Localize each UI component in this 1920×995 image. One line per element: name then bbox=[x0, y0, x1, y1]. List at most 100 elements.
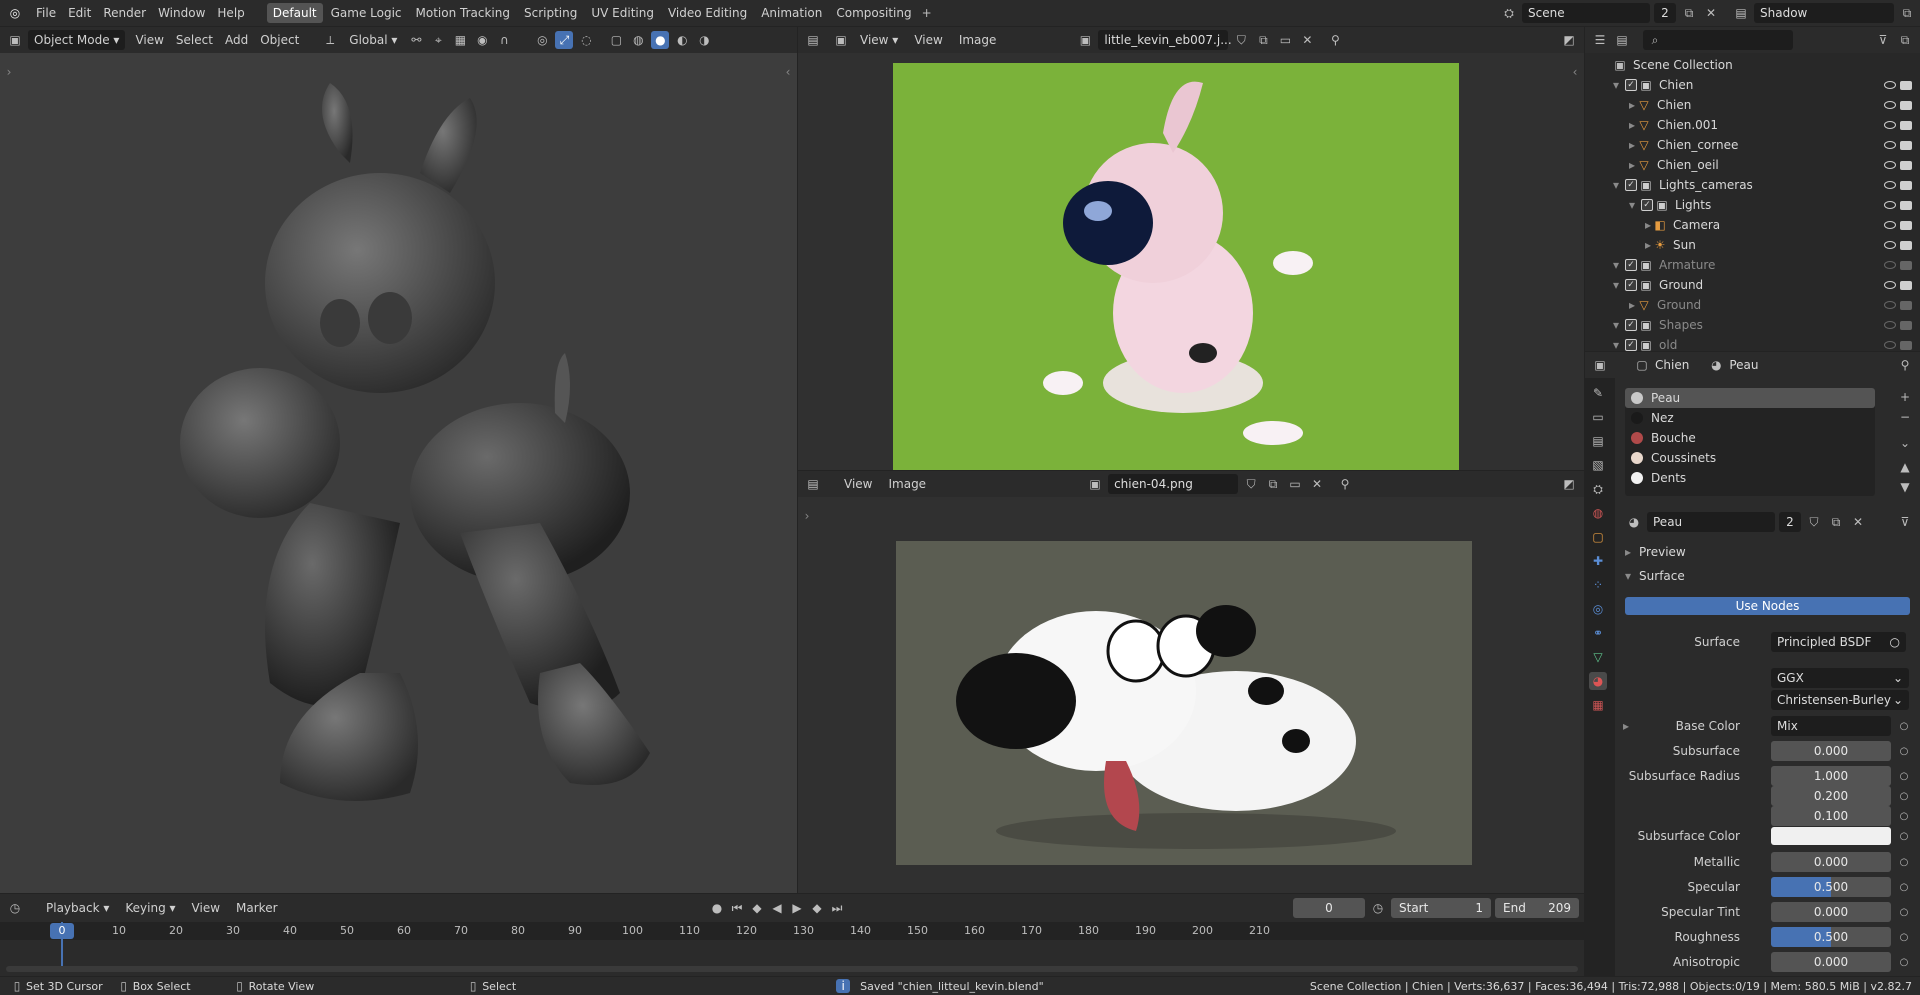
render-camera-icon[interactable] bbox=[1900, 180, 1912, 190]
unlink-image-icon[interactable]: ✕ bbox=[1298, 31, 1316, 49]
scene-icon[interactable]: ⛭ bbox=[1500, 4, 1518, 22]
hidden-eye-icon[interactable] bbox=[1884, 301, 1896, 309]
editor-type-icon[interactable]: ◷ bbox=[6, 899, 24, 917]
view-dropdown[interactable]: View ▾ bbox=[854, 30, 904, 50]
distribution-dropdown[interactable]: GGX ⌄ bbox=[1771, 668, 1909, 688]
proportional-edit-icon[interactable]: ◉ bbox=[473, 31, 491, 49]
pivot-icon[interactable]: ⚯ bbox=[407, 31, 425, 49]
outliner-item-chien[interactable]: ▸ ▽ Chien bbox=[1585, 95, 1920, 115]
visibility-icon[interactable]: ◎ bbox=[533, 31, 551, 49]
exclude-checkbox[interactable]: ✓ bbox=[1625, 179, 1638, 191]
viewlayer-field[interactable]: Shadow bbox=[1754, 3, 1894, 23]
render-camera-icon[interactable] bbox=[1900, 100, 1912, 110]
current-frame-field[interactable]: 0 bbox=[1293, 898, 1365, 918]
dog-sculpt-model[interactable] bbox=[0, 53, 797, 893]
menu-select[interactable]: Select bbox=[170, 30, 219, 50]
material-browse-icon[interactable]: ◕ bbox=[1625, 513, 1643, 531]
material-slot-nez[interactable]: Nez bbox=[1625, 408, 1875, 428]
display-mode-icon[interactable]: ◩ bbox=[1560, 31, 1578, 49]
hidden-eye-icon[interactable] bbox=[1884, 261, 1896, 269]
visibility-eye-icon[interactable] bbox=[1884, 281, 1896, 289]
exclude-checkbox[interactable]: ✓ bbox=[1625, 259, 1638, 271]
start-frame-field[interactable]: Start 1 bbox=[1391, 898, 1491, 918]
menu-file[interactable]: File bbox=[30, 3, 62, 23]
param-slider[interactable]: 0.500 bbox=[1771, 927, 1891, 947]
workspace-tab-video-editing[interactable]: Video Editing bbox=[662, 3, 753, 23]
render-camera-icon[interactable] bbox=[1900, 280, 1912, 290]
menu-view[interactable]: View bbox=[838, 474, 878, 494]
menu-view[interactable]: View bbox=[186, 898, 226, 918]
remove-slot-icon[interactable]: − bbox=[1896, 408, 1914, 426]
toolbar-expand-icon[interactable]: › bbox=[798, 507, 816, 525]
expand-arrow-icon[interactable]: ▸ bbox=[1623, 719, 1629, 733]
outliner-item-lights[interactable]: ▾ ✓ ▣ Lights bbox=[1585, 195, 1920, 215]
expand-arrow-icon[interactable]: ▾ bbox=[1613, 258, 1619, 272]
exclude-checkbox[interactable]: ✓ bbox=[1625, 319, 1638, 331]
wireframe-shading-icon[interactable]: ◍ bbox=[629, 31, 647, 49]
outliner-item-armature[interactable]: ▾ ✓ ▣ Armature bbox=[1585, 255, 1920, 275]
filter-icon[interactable]: ⊽ bbox=[1874, 31, 1892, 49]
editor-type-icon[interactable]: ▣ bbox=[1591, 356, 1609, 374]
viewlayer-icon[interactable]: ▤ bbox=[1732, 4, 1750, 22]
material-users[interactable]: 2 bbox=[1779, 512, 1801, 532]
object-tab-icon[interactable]: ▢ bbox=[1589, 528, 1607, 546]
pin-icon[interactable]: ⚲ bbox=[1326, 31, 1344, 49]
exclude-checkbox[interactable]: ✓ bbox=[1641, 199, 1654, 211]
outliner-item-lights-cameras[interactable]: ▾ ✓ ▣ Lights_cameras bbox=[1585, 175, 1920, 195]
pin-icon[interactable]: ⚲ bbox=[1336, 475, 1354, 493]
move-down-icon[interactable]: ▼ bbox=[1896, 478, 1914, 496]
workspace-tab-default[interactable]: Default bbox=[266, 3, 323, 23]
outliner-item-chien-oeil[interactable]: ▸ ▽ Chien_oeil bbox=[1585, 155, 1920, 175]
outliner-item-chien-001[interactable]: ▸ ▽ Chien.001 bbox=[1585, 115, 1920, 135]
menu-help[interactable]: Help bbox=[211, 3, 250, 23]
outliner-item-ground[interactable]: ▾ ✓ ▣ Ground bbox=[1585, 275, 1920, 295]
param-slider[interactable]: 0.100 bbox=[1771, 806, 1891, 826]
preview-panel-header[interactable]: ▸ Preview bbox=[1625, 542, 1920, 562]
view-layer-tab-icon[interactable]: ▧ bbox=[1589, 456, 1607, 474]
new-image-icon[interactable]: ⧉ bbox=[1264, 475, 1282, 493]
tool-tab-icon[interactable]: ✎ bbox=[1589, 384, 1607, 402]
workspace-tab-scripting[interactable]: Scripting bbox=[518, 3, 583, 23]
fake-user-icon[interactable]: ⛉ bbox=[1242, 475, 1260, 493]
param-slider[interactable]: 0.000 bbox=[1771, 902, 1891, 922]
expand-arrow-icon[interactable]: ▾ bbox=[1613, 278, 1619, 292]
expand-arrow-icon[interactable]: ▾ bbox=[1613, 338, 1619, 351]
scene-field[interactable]: Scene bbox=[1522, 3, 1650, 23]
sidebar-expand-icon[interactable]: ‹ bbox=[779, 63, 797, 81]
menu-keying[interactable]: Keying ▾ bbox=[119, 898, 181, 918]
render-camera-icon[interactable] bbox=[1900, 80, 1912, 90]
outliner-item-camera[interactable]: ▸ ◧ Camera bbox=[1585, 215, 1920, 235]
display-mode-icon[interactable]: ◩ bbox=[1560, 475, 1578, 493]
snap-grid-icon[interactable]: ▦ bbox=[451, 31, 469, 49]
workspace-tab-compositing[interactable]: Compositing bbox=[830, 3, 917, 23]
param-slider[interactable]: 0.000 bbox=[1771, 952, 1891, 972]
falloff-icon[interactable]: ∩ bbox=[495, 31, 513, 49]
new-collection-icon[interactable]: ⧉ bbox=[1896, 31, 1914, 49]
editor-type-icon[interactable]: ▣ bbox=[6, 31, 24, 49]
snap-icon[interactable]: ⌖ bbox=[429, 31, 447, 49]
keyframe-dot-icon[interactable]: ○ bbox=[1895, 787, 1913, 805]
workspace-tab-game-logic[interactable]: Game Logic bbox=[325, 3, 408, 23]
3d-viewport[interactable]: ▣ Object Mode ▾ View Select Add Object ⟂ Gl… bbox=[0, 27, 797, 893]
gizmo-icon[interactable]: ⤢ bbox=[555, 31, 574, 49]
visibility-eye-icon[interactable] bbox=[1884, 121, 1896, 129]
outliner-item-ground[interactable]: ▸ ▽ Ground bbox=[1585, 295, 1920, 315]
outliner-root[interactable]: ▣ Scene Collection bbox=[1585, 55, 1920, 75]
timeline-scrollbar[interactable] bbox=[6, 966, 1578, 972]
transform-orientation-icon[interactable]: ⟂ bbox=[321, 31, 339, 49]
param-slider[interactable]: 0.000 bbox=[1771, 852, 1891, 872]
render-camera-icon[interactable] bbox=[1900, 260, 1912, 270]
surface-panel-header[interactable]: ▾ Surface bbox=[1625, 566, 1920, 586]
material-slot-peau[interactable]: Peau bbox=[1625, 388, 1875, 408]
render-camera-icon[interactable] bbox=[1900, 200, 1912, 210]
play-reverse-icon[interactable]: ◀ bbox=[768, 899, 786, 917]
toolbar-expand-icon[interactable]: › bbox=[0, 63, 18, 81]
display-mode-icon[interactable]: ▤ bbox=[1613, 31, 1631, 49]
material-slot-dents[interactable]: Dents bbox=[1625, 468, 1875, 488]
hidden-eye-icon[interactable] bbox=[1884, 341, 1896, 349]
render-tab-icon[interactable]: ▭ bbox=[1589, 408, 1607, 426]
output-tab-icon[interactable]: ▤ bbox=[1589, 432, 1607, 450]
render-camera-icon[interactable] bbox=[1900, 220, 1912, 230]
menu-object[interactable]: Object bbox=[254, 30, 305, 50]
close-scene-icon[interactable]: ✕ bbox=[1702, 4, 1720, 22]
